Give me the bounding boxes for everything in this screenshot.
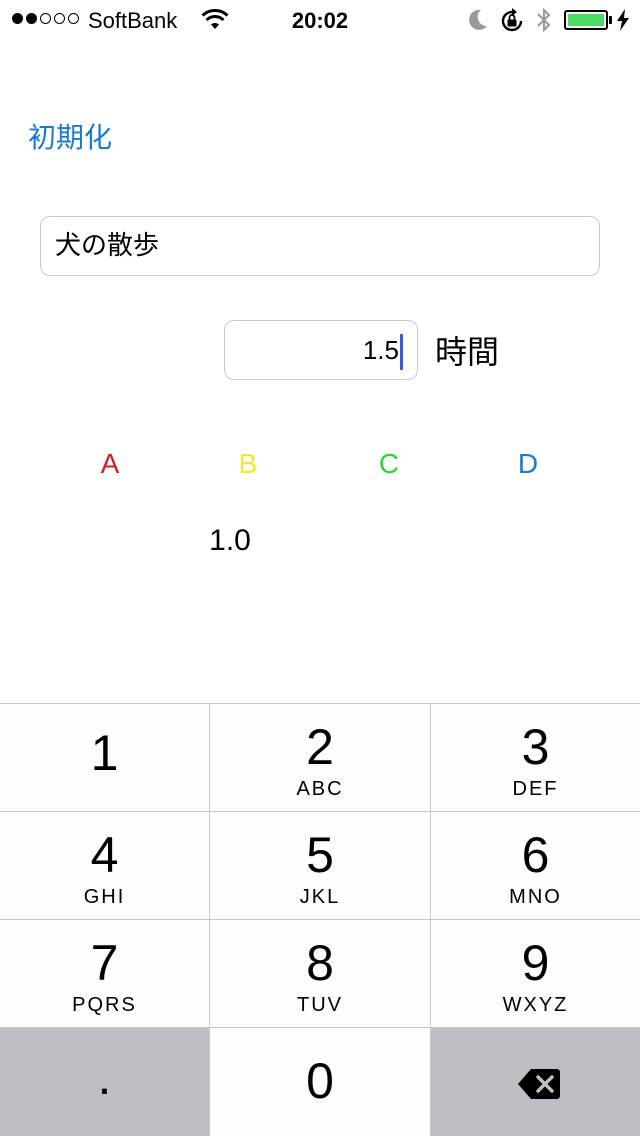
status-bar: SoftBank 20:02 — [0, 0, 640, 40]
key-3[interactable]: 3 DEF — [431, 704, 640, 811]
battery-level — [568, 14, 604, 26]
label-c: C — [378, 448, 400, 479]
key-6[interactable]: 6 MNO — [431, 812, 640, 919]
key-1[interactable]: 1 — [0, 704, 209, 811]
key-8-digit: 8 — [306, 935, 334, 991]
reset-button[interactable]: 初期化 — [28, 116, 112, 156]
battery-tip — [609, 16, 612, 24]
hours-unit-label: 時間 — [435, 334, 500, 370]
task-name-field[interactable]: 犬の散歩 — [40, 216, 600, 276]
hours-value: 1.5 — [362, 335, 399, 365]
key-decimal[interactable]: . — [0, 1028, 209, 1136]
battery-icon — [564, 10, 608, 30]
key-3-letters: DEF — [512, 778, 559, 800]
charging-bolt-icon — [617, 9, 629, 31]
key-8-letters: TUV — [297, 994, 343, 1016]
screen: SoftBank 20:02 初期化 犬の散歩 1.5 時間 A B C D 1… — [0, 0, 640, 1136]
label-a: A — [100, 448, 120, 479]
key-5-letters: JKL — [299, 886, 341, 908]
key-2[interactable]: 2 ABC — [210, 704, 430, 811]
key-7-digit: 7 — [90, 935, 119, 991]
key-0[interactable]: 0 — [210, 1028, 430, 1136]
label-b-value: 1.0 — [209, 524, 251, 557]
key-decimal-symbol: . — [97, 1049, 112, 1105]
key-2-letters: ABC — [296, 778, 344, 800]
rotation-lock-icon — [501, 8, 523, 32]
backspace-icon — [518, 1069, 560, 1099]
key-6-letters: MNO — [509, 886, 562, 908]
label-b: B — [238, 448, 258, 479]
key-2-digit: 2 — [306, 719, 334, 775]
text-caret — [400, 334, 403, 371]
moon-icon — [469, 9, 487, 30]
key-4-digit: 4 — [90, 827, 119, 883]
key-0-digit: 0 — [306, 1053, 334, 1109]
key-3-digit: 3 — [521, 719, 550, 775]
numeric-keypad: 1 2 ABC 3 DEF 4 GHI 5 JKL 6 MNO 7 PQRS 8 — [0, 703, 640, 1136]
key-4[interactable]: 4 GHI — [0, 812, 209, 919]
key-4-letters: GHI — [83, 886, 126, 908]
key-8[interactable]: 8 TUV — [210, 920, 430, 1027]
bluetooth-icon — [537, 7, 551, 33]
key-1-digit: 1 — [90, 725, 119, 781]
key-5[interactable]: 5 JKL — [210, 812, 430, 919]
backspace-key[interactable] — [431, 1028, 640, 1136]
key-5-digit: 5 — [306, 827, 334, 883]
label-d: D — [517, 448, 539, 479]
key-7[interactable]: 7 PQRS — [0, 920, 209, 1027]
key-9-letters: WXYZ — [502, 994, 569, 1016]
hours-input[interactable]: 1.5 — [224, 320, 418, 380]
key-6-digit: 6 — [521, 827, 550, 883]
key-7-letters: PQRS — [72, 994, 137, 1016]
key-9-digit: 9 — [521, 935, 550, 991]
key-9[interactable]: 9 WXYZ — [431, 920, 640, 1027]
